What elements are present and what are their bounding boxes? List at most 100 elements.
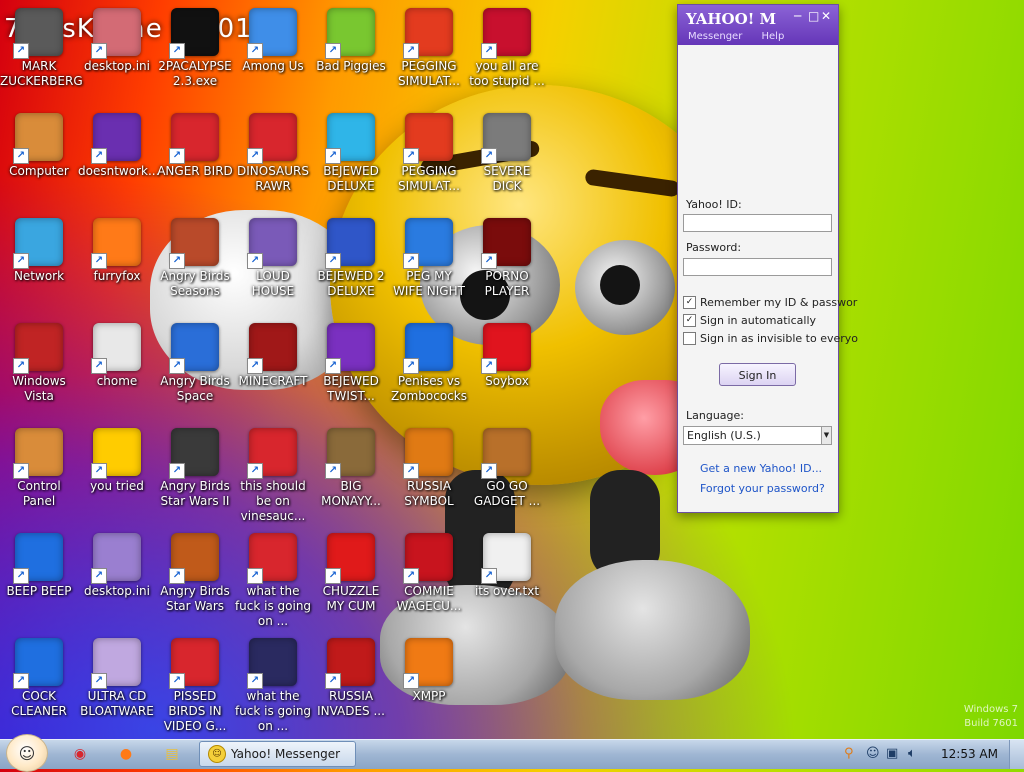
desktop-icon[interactable]: ↗ Network [0, 218, 78, 284]
desktop-icon[interactable]: ↗ MINECRAFT [234, 323, 312, 389]
desktop-icon[interactable]: ↗ you tried [78, 428, 156, 494]
auto-signin-check-box[interactable]: ✓ [683, 314, 696, 327]
maximize-icon[interactable]: □ [808, 9, 819, 23]
gear-icon: ↗ [481, 113, 531, 164]
desktop-icon[interactable]: ↗ ULTRA CD BLOATWARE [78, 638, 156, 719]
yahoo-window-header[interactable]: YAHOO! M ─ □ ✕ Messenger Help [678, 5, 838, 45]
network-icon[interactable]: ▣ [886, 746, 898, 761]
shortcut-arrow-icon: ↗ [91, 43, 107, 59]
desktop-icon-label: PISSED BIRDS IN VIDEO G... [163, 689, 227, 733]
menu-messenger[interactable]: Messenger [688, 31, 742, 42]
shortcut-arrow-icon: ↗ [247, 148, 263, 164]
desktop-icon-label: this should be on vinesauc... [240, 479, 306, 523]
desktop-icon[interactable]: ↗ PEG MY WIFE NIGHT [390, 218, 468, 299]
search-icon[interactable]: ⚲ [844, 746, 854, 761]
desktop-icon[interactable]: ↗ this should be on vinesauc... [234, 428, 312, 524]
sign-in-button[interactable]: Sign In [719, 363, 796, 386]
desktop-icon[interactable]: ↗ PISSED BIRDS IN VIDEO G... [156, 638, 234, 734]
desktop-icon[interactable]: ↗ desktop.ini [78, 533, 156, 599]
desktop-icon[interactable]: ↗ BEJEWED TWIST... [312, 323, 390, 404]
desktop-icon[interactable]: ↗ CHUZZLE MY CUM [312, 533, 390, 614]
letter-p-icon: ↗ [403, 113, 453, 164]
red-bird-icon: ↗ [169, 323, 219, 374]
clock[interactable]: 12:53 AM [941, 747, 998, 761]
password-input[interactable] [683, 258, 832, 276]
invisible-check-box[interactable] [683, 332, 696, 345]
remember-check-box[interactable]: ✓ [683, 296, 696, 309]
shortcut-arrow-icon: ↗ [13, 463, 29, 479]
desktop-icon[interactable]: ↗ BEJEWED 2 DELUXE [312, 218, 390, 299]
desktop-icon[interactable]: ↗ SEVERE DICK [468, 113, 546, 194]
desktop-icon[interactable]: ↗ furryfox [78, 218, 156, 284]
stacked-books-icon: ↗ [247, 8, 297, 59]
desktop-icon[interactable]: ↗ BEJEWED DELUXE [312, 113, 390, 194]
desktop-icon[interactable]: ↗ Angry Birds Seasons [156, 218, 234, 299]
desktop-icon[interactable]: ↗ 2PACALYPSE 2.3.exe [156, 8, 234, 89]
desktop-icon[interactable]: ↗ PEGGING SIMULAT... [390, 113, 468, 194]
desktop-icon[interactable]: ↗ RUSSIA SYMBOL [390, 428, 468, 509]
control-panel-icon: ↗ [13, 428, 63, 479]
desktop-icon-label: ULTRA CD BLOATWARE [80, 689, 154, 718]
new-yahoo-id-link[interactable]: Get a new Yahoo! ID... [700, 462, 822, 475]
desktop-icon[interactable]: ↗ desktop.ini [78, 8, 156, 74]
desktop-icon[interactable]: ↗ ANGER BIRD [156, 113, 234, 179]
minimize-icon[interactable]: ─ [794, 9, 801, 23]
close-icon[interactable]: ✕ [821, 9, 831, 23]
auto-signin-checkbox[interactable]: ✓ Sign in automatically [683, 314, 816, 327]
desktop-icon[interactable]: ↗ you all are too stupid ... [468, 8, 546, 89]
desktop-icon[interactable]: ↗ PORNO PLAYER [468, 218, 546, 299]
desktop-icon[interactable]: ↗ BIG MONAYY... [312, 428, 390, 509]
desktop-icon[interactable]: ↗ BEEP BEEP [0, 533, 78, 599]
desktop-icon[interactable]: ↗ chome [78, 323, 156, 389]
desktop-icon[interactable]: ↗ its over.txt [468, 533, 546, 599]
desktop-icon[interactable]: ↗ Computer [0, 113, 78, 179]
show-desktop-button[interactable] [1009, 740, 1024, 769]
desktop-icon[interactable]: ↗ DINOSAURS RAWR [234, 113, 312, 194]
explorer-taskbar-icon[interactable]: ▤ [152, 742, 192, 766]
globe-icon: ↗ [13, 218, 63, 269]
taskbar-yahoo-messenger[interactable]: ☺ Yahoo! Messenger [199, 741, 356, 767]
purple-bird-icon: ↗ [247, 218, 297, 269]
chevron-down-icon[interactable]: ▼ [821, 427, 831, 444]
desktop-icon[interactable]: ↗ MARK ZUCKERBERG [0, 8, 83, 89]
gem-icon: ↗ [325, 323, 375, 374]
start-button[interactable]: ☺ [6, 734, 48, 772]
desktop-icon[interactable]: ↗ LOUD HOUSE [234, 218, 312, 299]
desktop-icon[interactable]: ↗ PEGGING SIMULAT... [390, 8, 468, 89]
desktop-icon[interactable]: ↗ RUSSIA INVADES ... [312, 638, 390, 719]
shortcut-arrow-icon: ↗ [169, 253, 185, 269]
chrome-glyph-icon: ◉ [73, 746, 87, 762]
chrome-taskbar-icon[interactable]: ◉ [60, 742, 100, 766]
desktop-icon[interactable]: ↗ Windows Vista [0, 323, 78, 404]
desktop-icon[interactable]: ↗ XMPP [390, 638, 468, 704]
desktop-icon[interactable]: ↗ Among Us [234, 8, 312, 74]
invisible-checkbox[interactable]: Sign in as invisible to everyo [683, 332, 858, 345]
menu-help[interactable]: Help [762, 31, 785, 42]
desktop-icon[interactable]: ↗ GO GO GADGET ... [468, 428, 546, 509]
firefox-taskbar-icon[interactable]: ● [106, 742, 146, 766]
language-select[interactable]: English (U.S.) ▼ [683, 426, 832, 445]
desktop-icon[interactable]: ↗ COMMIE WAGECU... [390, 533, 468, 614]
desktop-icon[interactable]: ↗ Soybox [468, 323, 546, 389]
smiley-tray-icon[interactable]: ☺ [866, 746, 880, 761]
desktop-icon-label: PEGGING SIMULAT... [398, 59, 460, 88]
desktop-icon[interactable]: ↗ Bad Piggies [312, 8, 390, 74]
watermark-line-1: Windows 7 [963, 704, 1018, 715]
desktop-icon[interactable]: ↗ Angry Birds Star Wars [156, 533, 234, 614]
volume-icon[interactable]: 🔈︎ [908, 746, 916, 761]
yahoo-messenger-window[interactable]: YAHOO! M ─ □ ✕ Messenger Help Yahoo! ID:… [677, 4, 858, 513]
forgot-password-link[interactable]: Forgot your password? [700, 482, 825, 495]
desktop-icon[interactable]: ↗ Angry Birds Star Wars II [156, 428, 234, 509]
desktop-icon[interactable]: ↗ doesntwork... [78, 113, 159, 179]
desktop-icon[interactable]: ↗ what the fuck is going on ... [234, 638, 312, 734]
shortcut-arrow-icon: ↗ [247, 463, 263, 479]
desktop-icon-label: its over.txt [474, 584, 540, 598]
remember-checkbox[interactable]: ✓ Remember my ID & passwor [683, 296, 857, 309]
desktop-icon[interactable]: ↗ Angry Birds Space [156, 323, 234, 404]
yahoo-id-input[interactable] [683, 214, 832, 232]
desktop-icon[interactable]: ↗ what the fuck is going on ... [234, 533, 312, 629]
yahoo-menu-bar: Messenger Help [688, 31, 800, 42]
desktop-icon[interactable]: ↗ Penises vs Zombococks [390, 323, 468, 404]
desktop-icon[interactable]: ↗ Control Panel [0, 428, 78, 509]
desktop-icon[interactable]: ↗ COCK CLEANER [0, 638, 78, 719]
